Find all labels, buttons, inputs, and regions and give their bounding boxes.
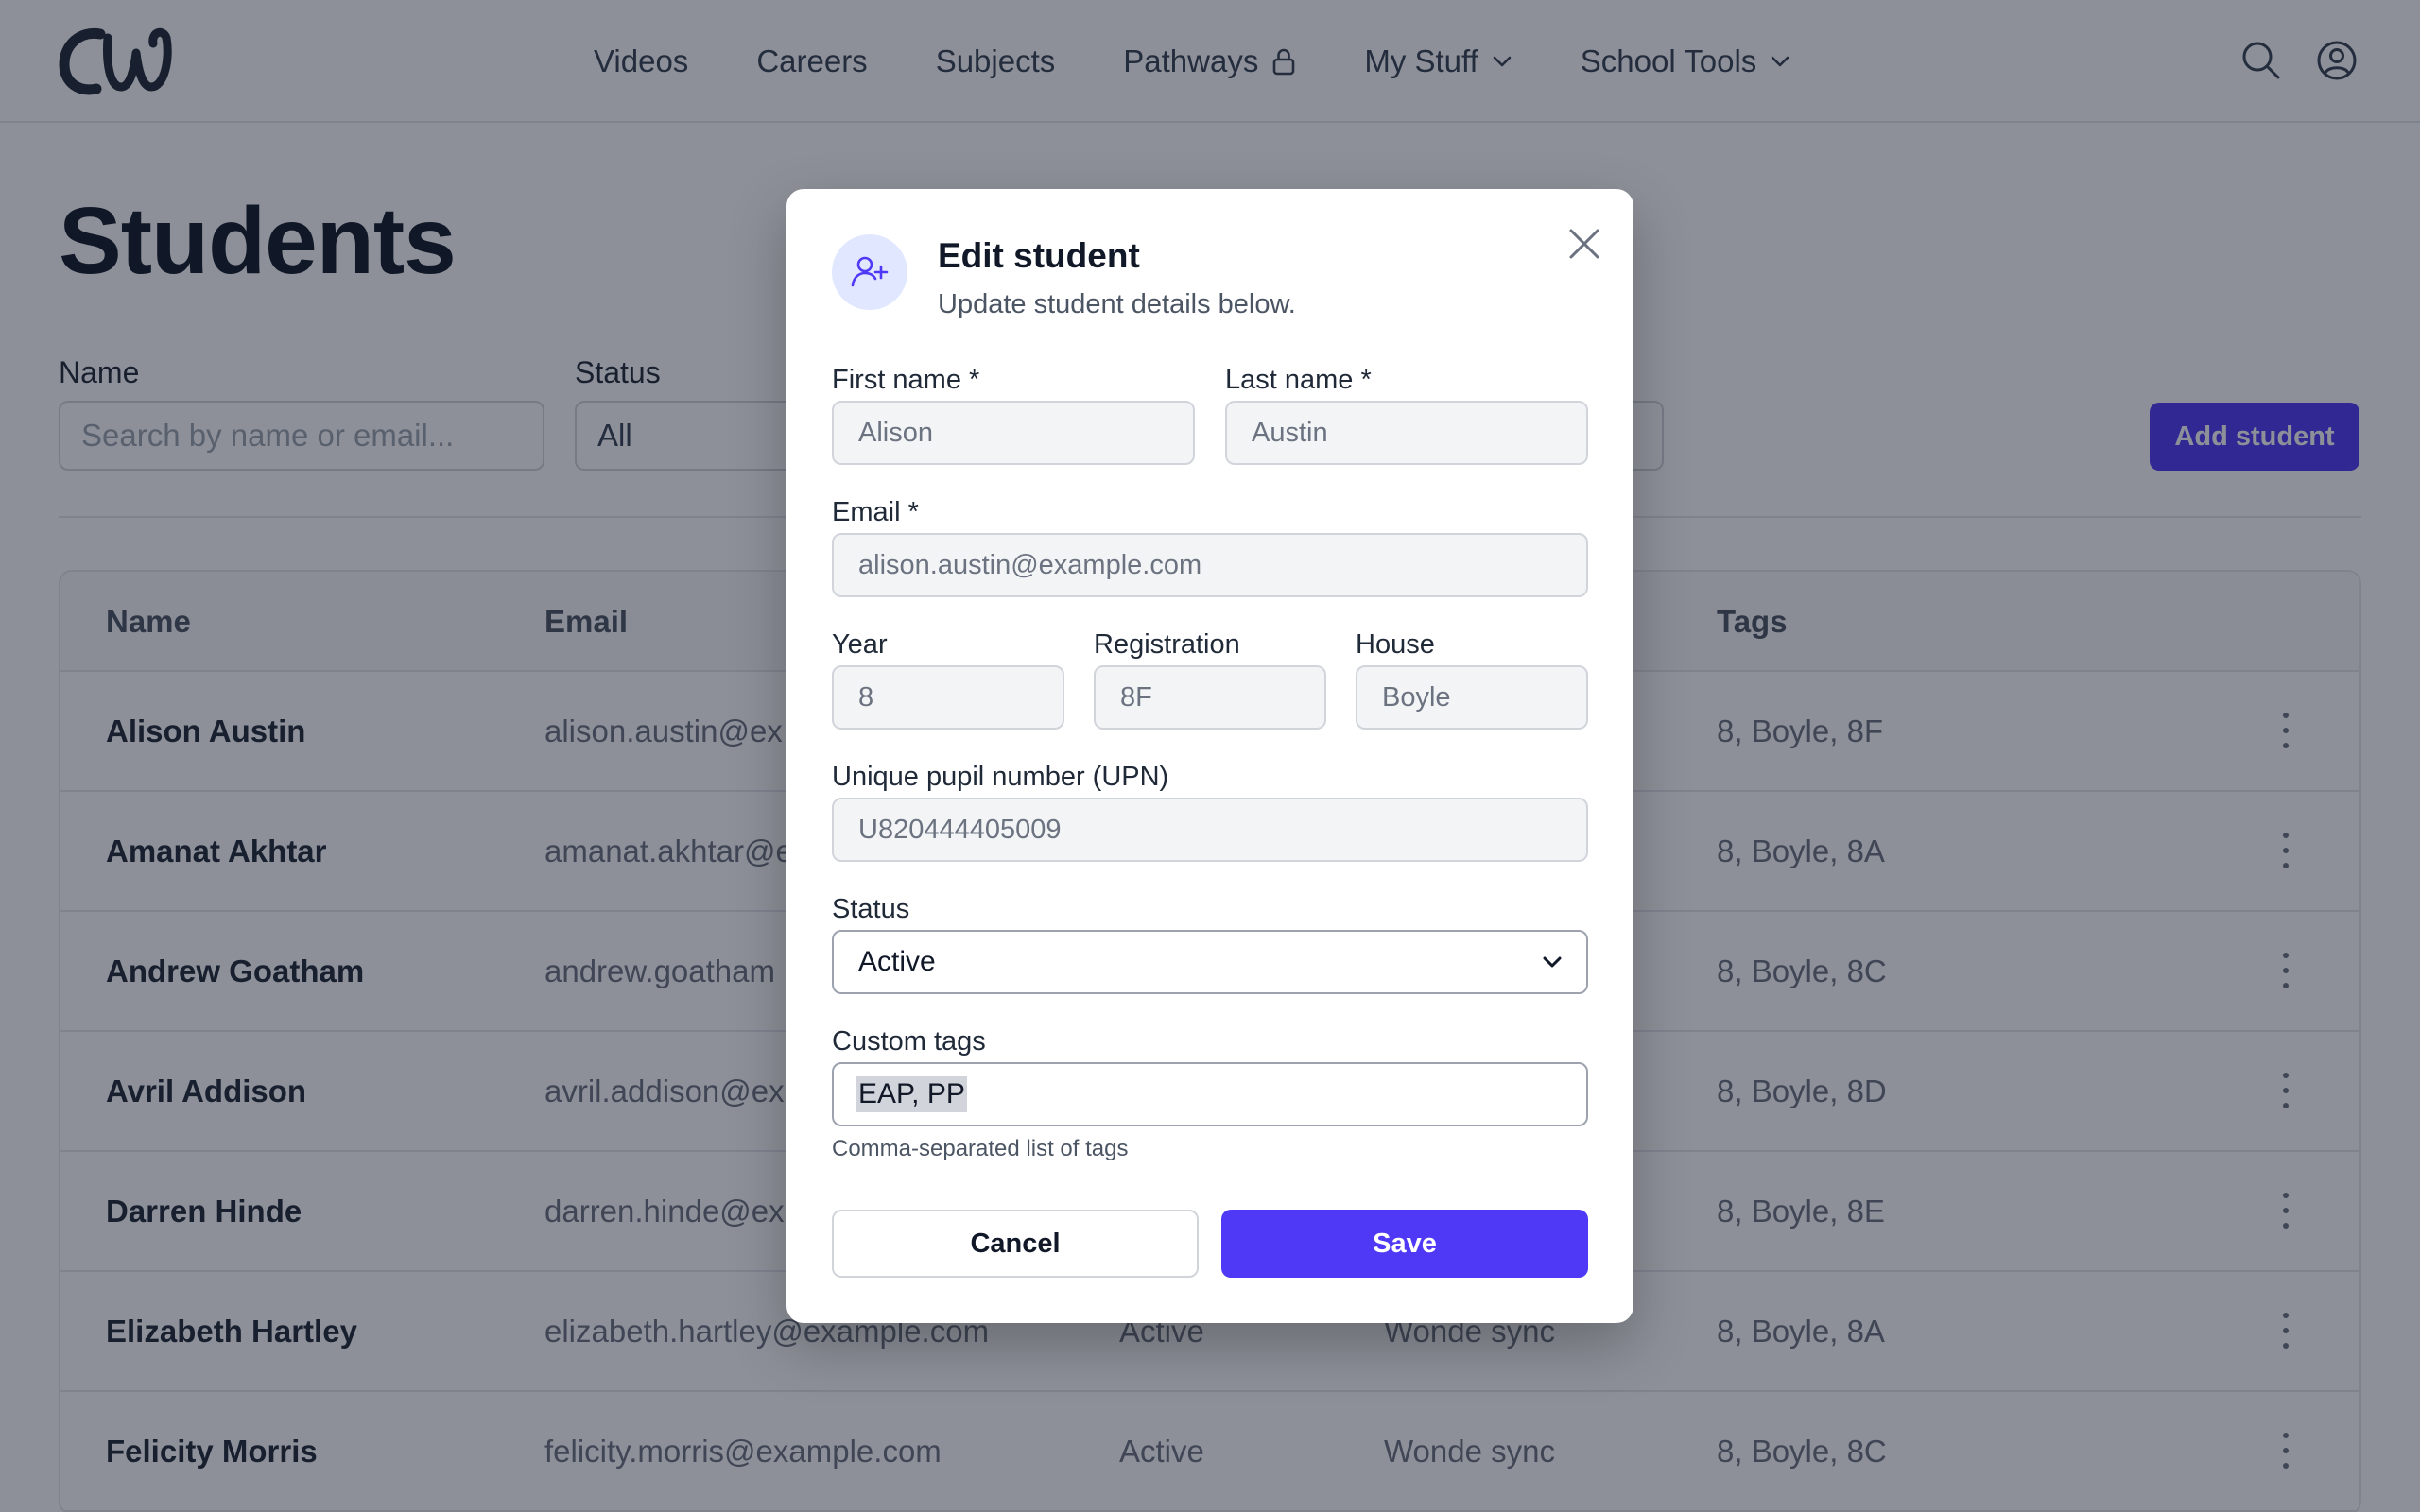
custom-tags-help: Comma-separated list of tags <box>832 1136 1129 1161</box>
upn-label: Unique pupil number (UPN) <box>832 762 1169 792</box>
status-selected-value: Active <box>858 946 936 977</box>
house-label: House <box>1356 629 1435 660</box>
dialog-title: Edit student <box>938 236 1140 275</box>
year-field[interactable]: 8 <box>832 665 1064 730</box>
edit-student-dialog: Edit student Update student details belo… <box>786 189 1634 1323</box>
year-label: Year <box>832 629 888 660</box>
upn-field[interactable]: U820444405009 <box>832 798 1588 862</box>
avatar <box>832 234 908 310</box>
house-field[interactable]: Boyle <box>1356 665 1588 730</box>
last-name-field[interactable]: Austin <box>1225 401 1588 465</box>
dialog-subtitle: Update student details below. <box>938 289 1296 319</box>
registration-label: Registration <box>1094 629 1240 660</box>
email-field[interactable]: alison.austin@example.com <box>832 533 1588 597</box>
custom-tags-label: Custom tags <box>832 1026 986 1057</box>
status-select[interactable]: Active <box>832 930 1588 994</box>
close-icon[interactable] <box>1564 223 1605 265</box>
chevron-down-icon <box>1543 956 1562 968</box>
user-plus-icon <box>851 256 889 287</box>
registration-field[interactable]: 8F <box>1094 665 1326 730</box>
cancel-button[interactable]: Cancel <box>832 1210 1199 1278</box>
status-label: Status <box>832 894 910 924</box>
first-name-label: First name * <box>832 365 980 395</box>
first-name-field[interactable]: Alison <box>832 401 1195 465</box>
save-button[interactable]: Save <box>1221 1210 1588 1278</box>
custom-tags-field[interactable]: EAP, PP <box>832 1062 1588 1126</box>
email-label: Email * <box>832 497 919 527</box>
custom-tags-selected-text: EAP, PP <box>856 1076 967 1112</box>
last-name-label: Last name * <box>1225 365 1372 395</box>
